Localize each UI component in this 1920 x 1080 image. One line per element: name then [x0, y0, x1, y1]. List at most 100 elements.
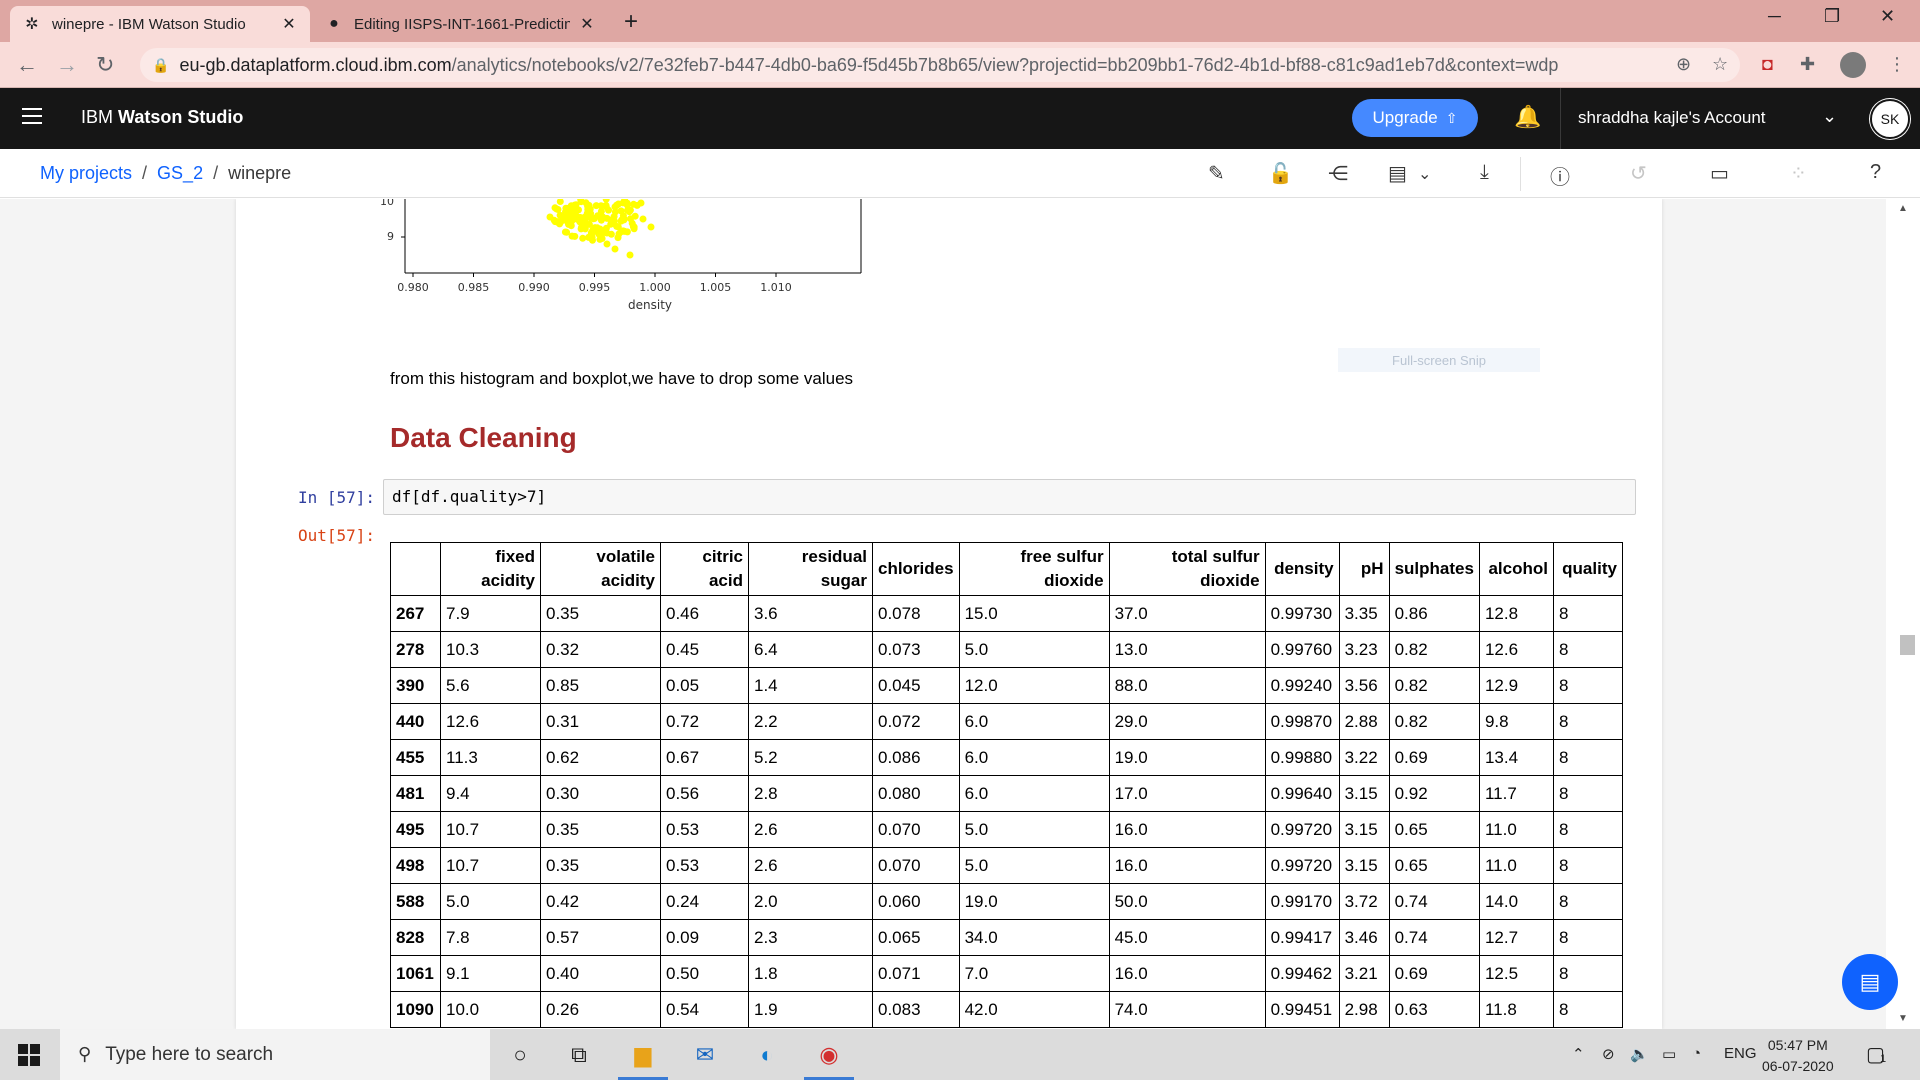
table-cell: 8 [1552, 991, 1623, 1028]
scatter-point [595, 230, 602, 238]
github-favicon-icon: ● [329, 15, 339, 32]
tab-watson-studio[interactable]: ✲ winepre - IBM Watson Studio ✕ [10, 6, 310, 42]
breadcrumb-project[interactable]: GS_2 [157, 163, 203, 184]
comments-icon[interactable]: ▭ [1710, 161, 1729, 186]
column-header-line: alcohol [1488, 559, 1548, 578]
app-brand[interactable]: IBM Watson Studio [81, 107, 243, 128]
breadcrumb-my-projects[interactable]: My projects [40, 163, 132, 184]
row-index: 278 [390, 631, 441, 668]
table-cell: 7.0 [958, 955, 1110, 992]
tab-close-icon[interactable]: ✕ [578, 14, 596, 34]
table-cell: 0.65 [1388, 811, 1480, 848]
minimize-button[interactable]: ─ [1768, 6, 1781, 27]
download-icon[interactable]: ⤓ [1480, 161, 1489, 184]
schedule-job-icon[interactable]: ▤ [1388, 161, 1407, 186]
table-cell: 9.4 [440, 775, 541, 812]
table-cell: 0.071 [872, 955, 960, 992]
show-hidden-icons-chevron-icon[interactable]: ⌃ [1572, 1045, 1585, 1063]
table-cell: 0.35 [540, 811, 661, 848]
chevron-down-icon[interactable]: ⌄ [1822, 106, 1837, 127]
table-cell: 0.086 [872, 739, 960, 776]
table-cell: 5.0 [958, 847, 1110, 884]
table-cell: 0.35 [540, 595, 661, 632]
cortana-circle-icon[interactable]: ○ [504, 1039, 536, 1071]
reload-icon[interactable]: ↻ [96, 52, 114, 78]
task-view-icon[interactable]: ⧉ [563, 1039, 595, 1071]
user-avatar[interactable]: SK [1870, 99, 1910, 139]
help-icon[interactable]: ? [1870, 161, 1881, 184]
address-bar[interactable]: 🔒 eu-gb.dataplatform.cloud.ibm.com/analy… [140, 48, 1740, 82]
wifi-icon[interactable]: ◔ [1692, 1045, 1701, 1062]
edit-pencil-icon[interactable]: ✎ [1208, 161, 1225, 186]
share-icon[interactable]: ⋲ [1328, 161, 1348, 186]
table-cell: 0.060 [872, 883, 960, 920]
language-indicator[interactable]: ENG [1724, 1045, 1757, 1062]
snip-overlay-label: Full-screen Snip [1338, 348, 1540, 372]
code-cell[interactable]: df[df.quality>7] [383, 479, 1636, 515]
table-cell: 9.1 [440, 955, 541, 992]
table-cell: 3.23 [1338, 631, 1390, 668]
upgrade-button[interactable]: Upgrade ⇧ [1352, 99, 1478, 137]
table-row: 498 10.7 0.35 0.53 2.6 0.070 5.0 16.0 0.99720 3.1… [390, 847, 1623, 884]
chevron-down-icon[interactable]: ⌄ [1418, 164, 1431, 184]
scrollbar-thumb[interactable] [1900, 635, 1915, 655]
column-header: chlorides [872, 542, 960, 596]
table-cell: 11.7 [1478, 775, 1554, 812]
browser-menu-icon[interactable]: ⋮ [1888, 54, 1906, 75]
bookmark-star-icon[interactable]: ☆ [1712, 54, 1728, 75]
new-tab-button[interactable]: + [624, 8, 638, 36]
notifications-bell-icon[interactable]: 🔔 [1514, 104, 1541, 130]
taskbar-search-box[interactable]: ⚲ Type here to search [60, 1029, 490, 1080]
extensions-puzzle-icon[interactable]: ✚ [1800, 54, 1815, 75]
scatter-point [618, 227, 626, 235]
edge-browser-icon[interactable]: ◐ [751, 1039, 783, 1071]
tab-close-icon[interactable]: ✕ [280, 14, 298, 34]
windows-start-icon[interactable] [18, 1044, 40, 1066]
network-alert-icon[interactable]: ⊘ [1602, 1045, 1615, 1063]
account-switcher[interactable]: shraddha kajle's Account [1578, 108, 1766, 128]
table-cell: 2.3 [748, 919, 873, 956]
profile-avatar-icon[interactable] [1840, 52, 1866, 78]
x-axis-ticks: 0.980 0.985 0.990 0.995 1.000 1.005 1.010 [397, 273, 792, 294]
battery-icon[interactable]: ▭ [1662, 1045, 1676, 1063]
table-cell: 0.54 [660, 991, 749, 1028]
scroll-up-arrow-icon[interactable]: ▲ [1898, 203, 1908, 214]
header-divider [1560, 88, 1561, 149]
close-window-button[interactable]: ✕ [1880, 6, 1895, 27]
notebook-viewport[interactable]: 10 9 0.980 0.985 0.990 0.995 1.000 1.005 1.010… [0, 199, 1886, 1029]
row-index: 481 [390, 775, 441, 812]
table-cell: 0.072 [872, 703, 960, 740]
upgrade-arrow-icon: ⇧ [1445, 109, 1458, 126]
table-row: 390 5.6 0.85 0.05 1.4 0.045 12.0 88.0 0.99240 3.5… [390, 667, 1623, 704]
chrome-browser-icon[interactable]: ◉ [813, 1039, 845, 1071]
file-explorer-icon[interactable]: ▆ [627, 1039, 659, 1071]
tab-github-editing[interactable]: ● Editing IISPS-INT-1661-Predicting ✕ [312, 6, 608, 42]
table-cell: 0.69 [1388, 955, 1480, 992]
chat-support-button[interactable]: ▤ [1842, 954, 1898, 1010]
windows-taskbar: ⚲ Type here to search ○ ⧉ ▆ ✉ ◐ ◉ ⌃ ⊘ 🔈 … [0, 1029, 1920, 1080]
table-cell: 19.0 [1108, 739, 1266, 776]
hamburger-menu-icon[interactable] [22, 108, 42, 129]
vertical-scrollbar[interactable]: ▲ ▼ [1886, 199, 1920, 1029]
browser-tab-strip: ✲ winepre - IBM Watson Studio ✕ ● Editin… [0, 0, 1920, 42]
table-cell: 0.85 [540, 667, 661, 704]
info-icon[interactable]: ⓘ [1550, 161, 1570, 190]
scatter-point [546, 213, 554, 221]
mail-icon[interactable]: ✉ [689, 1039, 721, 1071]
forward-arrow-icon[interactable]: → [56, 52, 78, 78]
pocket-extension-icon[interactable]: ◘ [1762, 54, 1773, 75]
table-cell: 0.073 [872, 631, 960, 668]
back-arrow-icon[interactable]: ← [16, 52, 38, 78]
scroll-down-arrow-icon[interactable]: ▼ [1898, 1013, 1908, 1024]
translate-icon[interactable]: ⊕ [1676, 54, 1691, 75]
volume-icon[interactable]: 🔈 [1630, 1045, 1649, 1063]
scatter-point [630, 200, 638, 208]
lock-icon[interactable]: 🔓 [1268, 161, 1293, 186]
table-cell: 0.62 [540, 739, 661, 776]
table-cell: 19.0 [958, 883, 1110, 920]
taskbar-clock[interactable]: 05:47 PM 06-07-2020 [1762, 1035, 1834, 1077]
scatter-point [562, 216, 569, 224]
upgrade-label: Upgrade [1372, 108, 1438, 127]
restore-button[interactable]: ❐ [1824, 6, 1840, 27]
tab-title: Editing IISPS-INT-1661-Predicting [354, 15, 570, 33]
